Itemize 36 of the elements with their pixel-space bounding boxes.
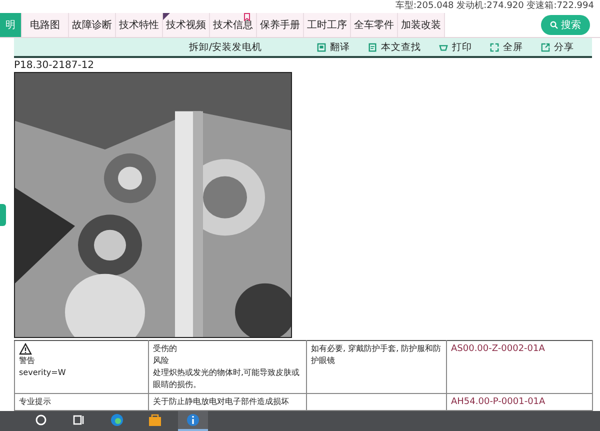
search-icon	[550, 21, 558, 29]
tab[interactable]: 加装改装	[398, 13, 445, 37]
fullscreen-icon	[490, 42, 499, 52]
corner-flag-icon	[163, 13, 170, 20]
tab[interactable]: 工时工序	[304, 13, 351, 37]
cell-text: 专业提示	[19, 396, 52, 408]
tab[interactable]: 电路图	[22, 13, 69, 37]
cell-text: 如有必要, 穿戴防护手套, 防护服和防护眼镜	[311, 343, 442, 367]
cell-text: 受伤的	[153, 343, 178, 355]
print-button[interactable]: 打印	[439, 40, 472, 54]
page-title: 拆卸/安装发电机	[188, 40, 264, 54]
tab[interactable]: 全车零件	[351, 13, 398, 37]
find-button[interactable]: 本文查找	[368, 40, 421, 54]
share-icon	[541, 42, 550, 52]
tab[interactable]: 技术视频	[163, 13, 210, 37]
translate-button[interactable]: 翻译	[317, 40, 350, 54]
figure-code: P18.30-2187-12	[14, 60, 96, 72]
cell-text: severity=W	[19, 367, 67, 379]
bookmark-icon	[244, 13, 250, 21]
tab[interactable]: 技术特性	[116, 13, 163, 37]
translate-icon	[317, 42, 326, 52]
cell-text: 处理炽热或发光的物体时,可能导致皮肤或眼睛的损伤。	[153, 367, 301, 391]
find-icon	[368, 42, 377, 52]
tab[interactable]: 保养手册	[257, 13, 304, 37]
vehicle-info: 车型:205.048 发动机:274.920 变速箱:722.994	[396, 0, 594, 13]
warning-icon	[19, 343, 32, 355]
print-icon	[439, 42, 448, 52]
tab[interactable]: 技术信息	[210, 13, 257, 37]
side-handle[interactable]	[0, 204, 6, 226]
fullscreen-button[interactable]: 全屏	[490, 40, 523, 54]
cell-text: 警告	[19, 355, 36, 367]
cell-text: 关于防止静电放电对电子部件造成损坏	[153, 396, 290, 408]
share-button[interactable]: 分享	[541, 40, 574, 54]
tab[interactable]: 故障诊断	[69, 13, 116, 37]
info-taskbar-icon[interactable]	[178, 411, 208, 431]
cell-text: 风险	[153, 355, 170, 367]
